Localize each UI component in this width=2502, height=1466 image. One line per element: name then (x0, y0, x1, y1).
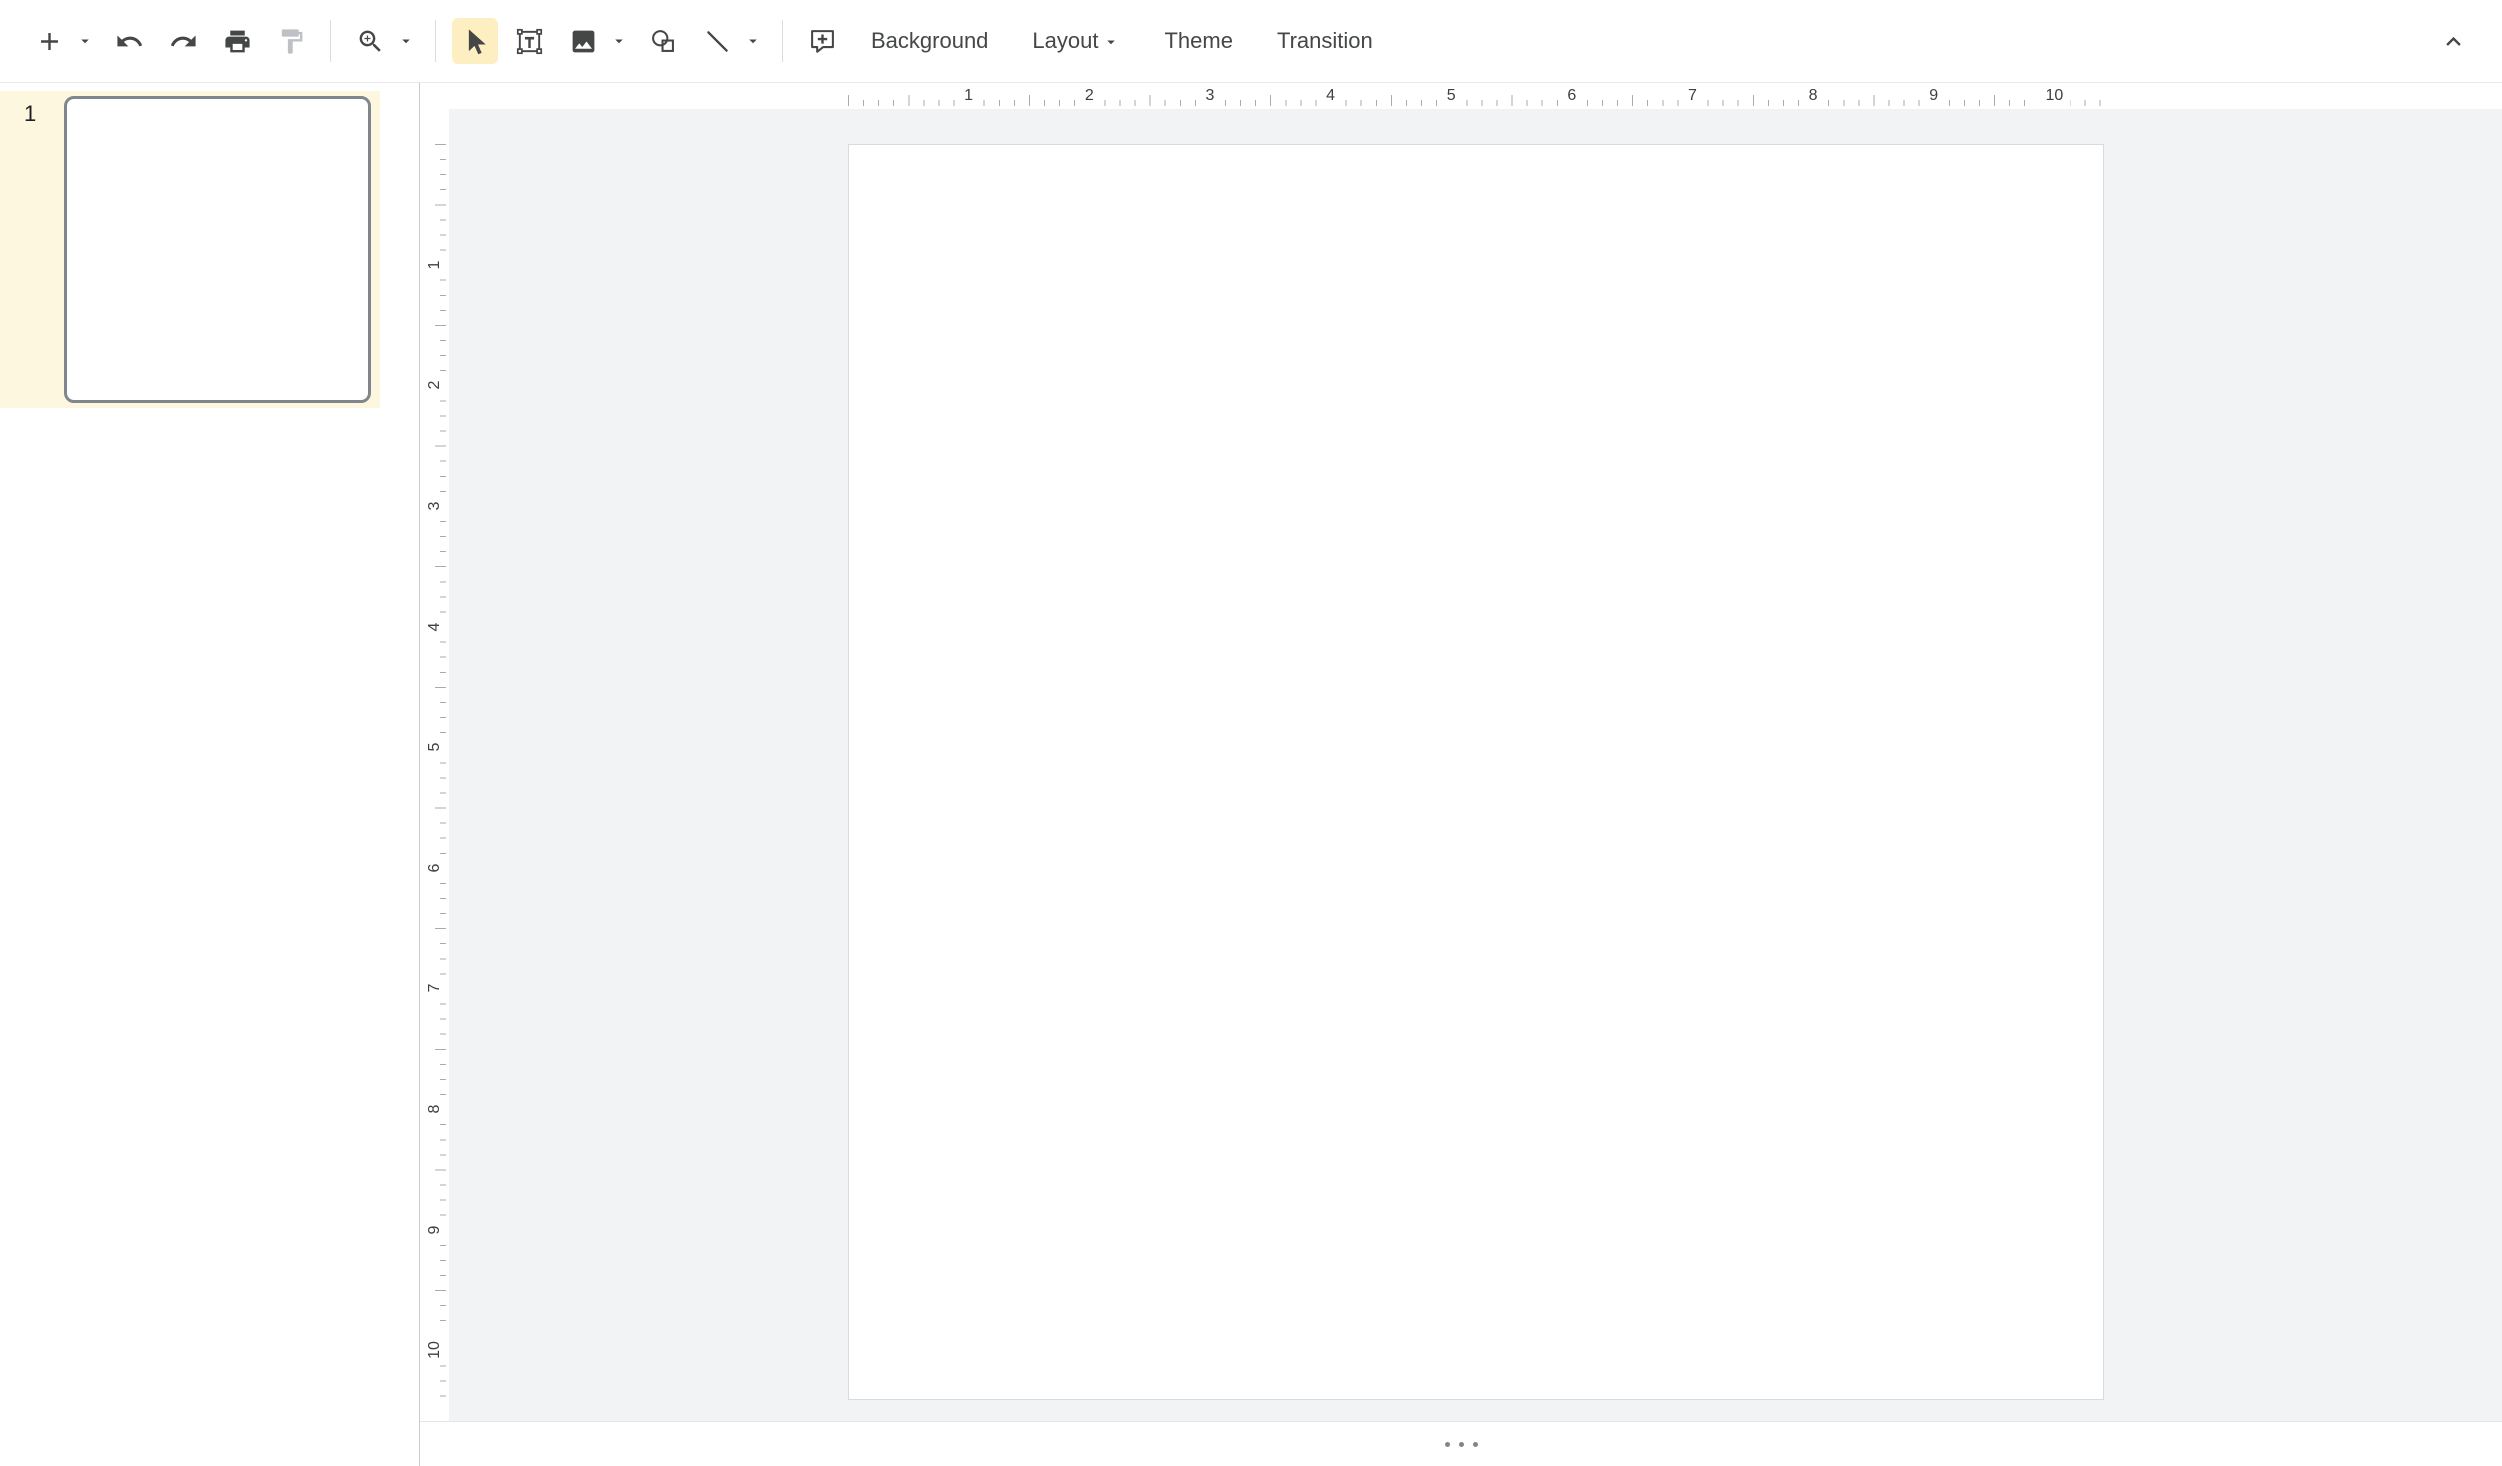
layout-button[interactable]: Layout (1014, 15, 1138, 67)
line-icon (703, 27, 732, 56)
h-ruler-number: 4 (1319, 83, 1342, 109)
theme-button[interactable]: Theme (1146, 15, 1250, 67)
v-ruler-number: 8 (424, 1099, 446, 1120)
horizontal-ruler: 1 2 3 4 5 6 7 8 9 10 (449, 83, 2502, 109)
undo-icon (115, 27, 144, 56)
layout-button-label: Layout (1032, 28, 1098, 54)
h-ruler-number: 10 (2038, 83, 2070, 109)
h-ruler-number: 5 (1440, 83, 1463, 109)
chevron-down-icon (397, 32, 415, 50)
notes-handle-dot (1473, 1442, 1478, 1447)
insert-image-button[interactable] (560, 18, 606, 64)
plus-icon (35, 27, 64, 56)
slide-thumbnail[interactable] (64, 96, 371, 403)
h-ruler-number: 1 (957, 83, 980, 109)
paint-roller-icon (277, 27, 306, 56)
slide-filmstrip: 1 (0, 83, 420, 1466)
slide-page[interactable] (848, 144, 2104, 1400)
add-comment-icon (808, 27, 837, 56)
insert-comment-button[interactable] (799, 18, 845, 64)
chevron-down-icon (1102, 33, 1120, 51)
chevron-down-icon (744, 32, 762, 50)
text-box-button[interactable] (506, 18, 552, 64)
shapes-icon (649, 27, 678, 56)
vertical-ruler: 1 2 3 4 5 6 7 8 9 10 (420, 109, 449, 1421)
toolbar-separator (330, 20, 331, 62)
print-button[interactable] (214, 18, 260, 64)
transition-button-label: Transition (1277, 28, 1373, 54)
v-ruler-number: 7 (424, 978, 446, 999)
notes-handle-dot (1459, 1442, 1464, 1447)
v-ruler-number: 1 (424, 254, 446, 275)
new-slide-button[interactable] (26, 18, 72, 64)
chevron-down-icon (76, 32, 94, 50)
presentation-editor: Background Layout Theme Transition 1 (0, 0, 2502, 1466)
background-button-label: Background (871, 28, 988, 54)
undo-button[interactable] (106, 18, 152, 64)
zoom-in-icon (356, 27, 385, 56)
new-slide-dropdown[interactable] (72, 18, 98, 64)
text-box-icon (515, 27, 544, 56)
chevron-up-icon (2439, 27, 2468, 56)
h-ruler-number: 3 (1198, 83, 1221, 109)
v-ruler-number: 9 (424, 1219, 446, 1240)
printer-icon (223, 27, 252, 56)
slide-number: 1 (24, 101, 36, 127)
ruler-corner (420, 83, 449, 109)
editor-body: 1 1 2 3 4 5 6 7 8 9 10 1 2 3 4 5 6 7 8 9 10 (0, 83, 2502, 1466)
v-ruler-number: 10 (424, 1335, 446, 1365)
h-ruler-number: 8 (1802, 83, 1825, 109)
image-icon (569, 27, 598, 56)
horizontal-ruler-half-ticks (848, 95, 2105, 106)
zoom-button[interactable] (347, 18, 393, 64)
toolbar-separator (782, 20, 783, 62)
v-ruler-number: 6 (424, 857, 446, 878)
notes-handle-dot (1445, 1442, 1450, 1447)
redo-button[interactable] (160, 18, 206, 64)
insert-line-button[interactable] (694, 18, 740, 64)
main-toolbar: Background Layout Theme Transition (0, 0, 2502, 83)
v-ruler-number: 4 (424, 616, 446, 637)
background-button[interactable]: Background (853, 15, 1006, 67)
slide-canvas-area (449, 109, 2502, 1421)
select-tool-button[interactable] (452, 18, 498, 64)
v-ruler-number: 3 (424, 495, 446, 516)
cursor-icon (461, 27, 490, 56)
h-ruler-number: 6 (1560, 83, 1583, 109)
theme-button-label: Theme (1164, 28, 1232, 54)
v-ruler-number: 2 (424, 375, 446, 396)
v-ruler-number: 5 (424, 737, 446, 758)
slide-thumbnail-row[interactable]: 1 (0, 91, 380, 408)
vertical-ruler-half-ticks (435, 144, 446, 1401)
hide-menus-button[interactable] (2430, 18, 2476, 64)
h-ruler-number: 7 (1681, 83, 1704, 109)
toolbar-separator (435, 20, 436, 62)
redo-icon (169, 27, 198, 56)
insert-line-dropdown[interactable] (740, 18, 766, 64)
insert-shape-button[interactable] (640, 18, 686, 64)
workspace: 1 2 3 4 5 6 7 8 9 10 1 2 3 4 5 6 7 8 9 10 (420, 83, 2502, 1466)
insert-image-dropdown[interactable] (606, 18, 632, 64)
chevron-down-icon (610, 32, 628, 50)
speaker-notes-handle[interactable] (1425, 1434, 1498, 1455)
zoom-dropdown[interactable] (393, 18, 419, 64)
speaker-notes-bar (420, 1421, 2502, 1466)
h-ruler-number: 9 (1922, 83, 1945, 109)
paint-format-button[interactable] (268, 18, 314, 64)
h-ruler-number: 2 (1078, 83, 1101, 109)
transition-button[interactable]: Transition (1259, 15, 1391, 67)
